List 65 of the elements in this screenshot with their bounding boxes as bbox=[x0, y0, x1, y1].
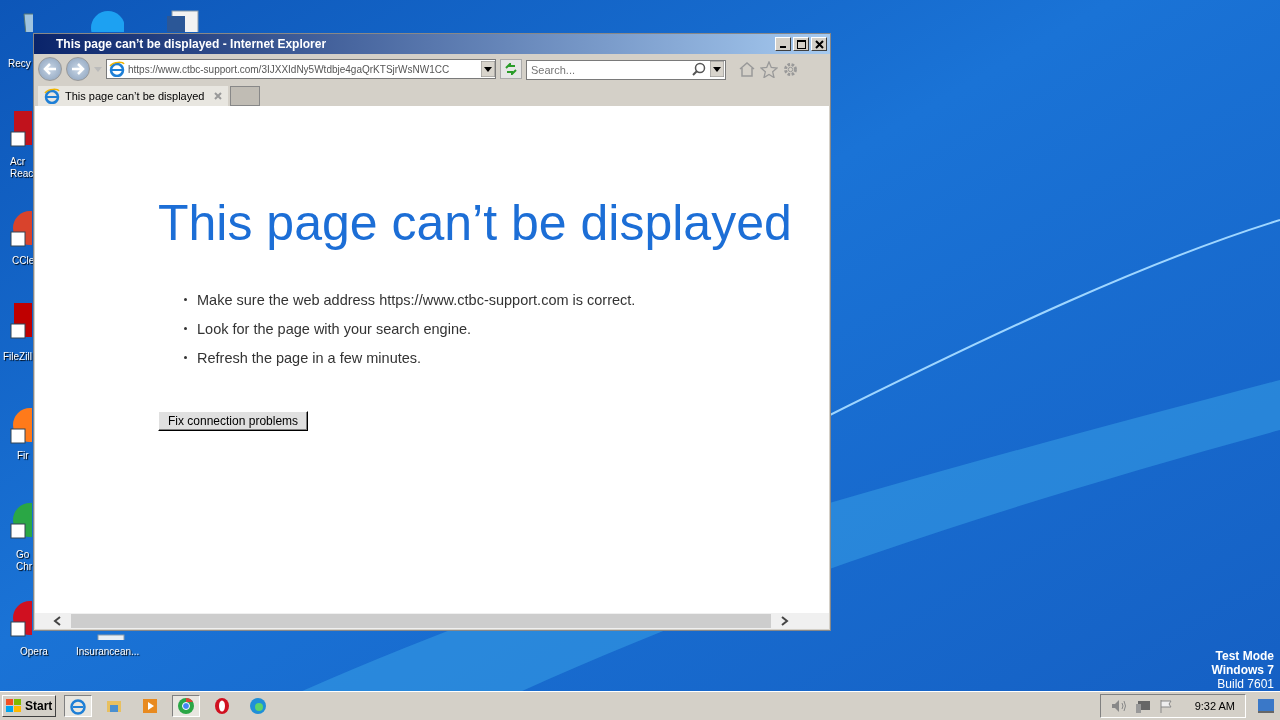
desktop-icon-label: CCle bbox=[12, 255, 34, 267]
suggestion-text: Refresh the page in a few minutes. bbox=[197, 350, 422, 366]
star-icon[interactable] bbox=[760, 60, 778, 78]
dropdown-button-icon[interactable] bbox=[710, 61, 724, 77]
desktop-icon-label: Opera bbox=[20, 646, 48, 658]
desktop-icon-label: Fir bbox=[17, 450, 29, 462]
browser-icon bbox=[249, 697, 268, 715]
clock-text[interactable]: 9:32 AM bbox=[1194, 700, 1235, 712]
taskbar-app-button[interactable] bbox=[172, 695, 201, 717]
back-arrow-icon bbox=[43, 63, 57, 75]
browser-icon bbox=[213, 697, 232, 715]
address-bar[interactable]: https://www.ctbc-support.com/3IJXXIdNy5Wtdbje4gaQrKTSjrWsNW1CC bbox=[106, 59, 496, 79]
maximize-button[interactable] bbox=[793, 37, 809, 51]
desktop-icon-label: Acr Reac bbox=[10, 156, 32, 180]
horizontal-scrollbar[interactable] bbox=[35, 613, 829, 629]
test-mode-text: Test Mode bbox=[1215, 649, 1274, 664]
search-field[interactable]: Search... bbox=[526, 60, 726, 80]
desktop-icon-label: FileZill bbox=[3, 351, 32, 363]
test-mode-text: Build 7601 bbox=[1217, 677, 1274, 692]
scroll-left-icon[interactable] bbox=[53, 616, 61, 626]
media-player-icon bbox=[141, 697, 160, 715]
flag-icon[interactable] bbox=[1158, 699, 1175, 713]
error-heading: This page can’t be displayed bbox=[158, 194, 793, 252]
app-icon[interactable] bbox=[10, 108, 32, 148]
network-icon[interactable] bbox=[1134, 699, 1151, 713]
browser-icon bbox=[69, 697, 88, 715]
bullet-icon bbox=[184, 327, 187, 331]
refresh-button[interactable] bbox=[500, 59, 522, 79]
app-icon[interactable] bbox=[10, 300, 32, 340]
bullet-icon bbox=[184, 356, 187, 360]
app-icon[interactable] bbox=[10, 405, 32, 445]
back-button[interactable] bbox=[38, 57, 62, 81]
close-tab-icon[interactable] bbox=[214, 92, 222, 100]
windows-logo-icon bbox=[6, 699, 22, 713]
app-icon[interactable] bbox=[164, 8, 200, 32]
ie-icon bbox=[109, 61, 125, 77]
app-icon[interactable] bbox=[10, 598, 32, 638]
test-mode-text: Windows 7 bbox=[1211, 663, 1274, 678]
close-button[interactable] bbox=[811, 37, 827, 51]
app-icon[interactable] bbox=[10, 500, 32, 540]
start-button[interactable]: Start bbox=[2, 695, 57, 717]
taskbar-app-button[interactable] bbox=[64, 695, 93, 717]
browser-tab[interactable]: This page can’t be displayed bbox=[38, 86, 228, 106]
browser-icon bbox=[177, 697, 196, 715]
forward-button[interactable] bbox=[66, 57, 90, 81]
desktop-icon-label: Go Chr bbox=[16, 549, 34, 573]
bullet-icon bbox=[184, 298, 187, 302]
desktop-icon-label: Recy bbox=[8, 58, 30, 70]
fix-connection-button[interactable]: Fix connection problems bbox=[158, 411, 309, 431]
maximize-icon bbox=[796, 39, 806, 49]
app-icon[interactable] bbox=[10, 208, 32, 248]
suggestion-text: Make sure the web address https://www.ctbc-support.com is correct. bbox=[197, 292, 636, 308]
ie-icon bbox=[44, 88, 60, 104]
desktop-icon-label: Insurancean... bbox=[76, 646, 140, 658]
search-icon[interactable] bbox=[692, 62, 706, 76]
suggestion-text: Look for the page with your search engine. bbox=[197, 321, 472, 337]
forward-arrow-icon bbox=[71, 63, 85, 75]
close-icon bbox=[814, 39, 824, 49]
url-text: https://www.ctbc-support.com/3IJXXIdNy5Wtdbje4gaQrKTSjrWsNW1CC bbox=[128, 63, 451, 75]
refresh-icon bbox=[504, 63, 518, 75]
window-title: This page can’t be displayed - Internet Explorer bbox=[56, 37, 327, 51]
dropdown-button-icon[interactable] bbox=[481, 61, 495, 77]
scroll-right-icon[interactable] bbox=[781, 616, 789, 626]
minimize-button[interactable] bbox=[775, 37, 791, 51]
speaker-icon[interactable] bbox=[1110, 699, 1127, 713]
